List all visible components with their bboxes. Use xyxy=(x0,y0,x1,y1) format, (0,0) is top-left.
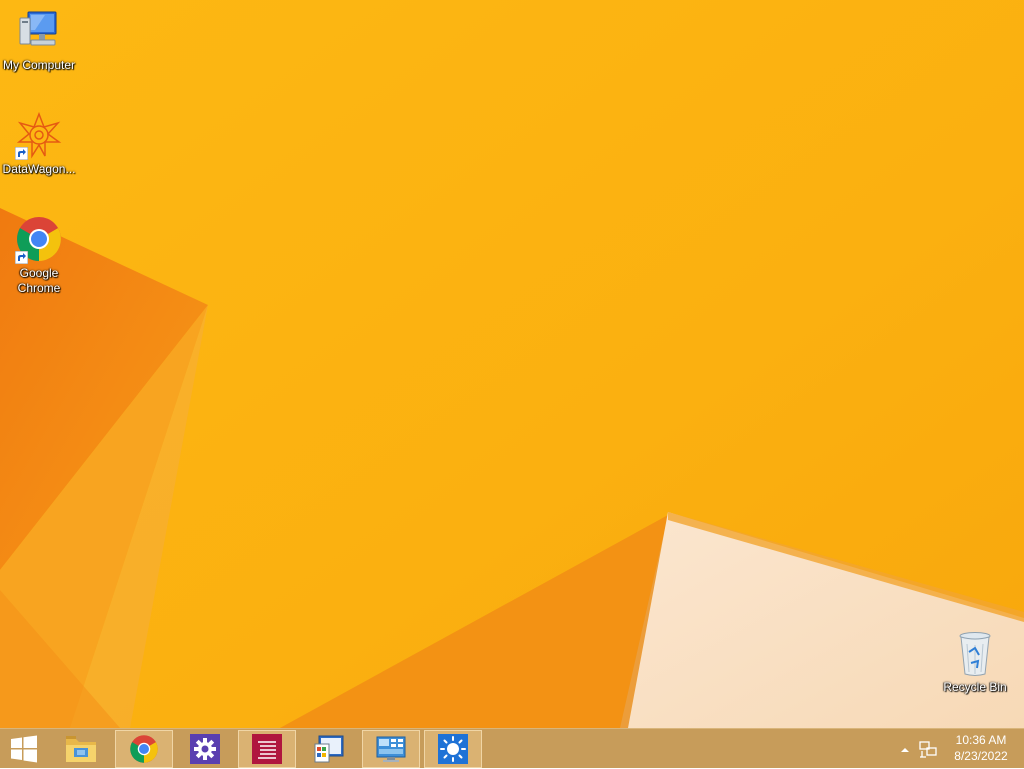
taskbar-chrome[interactable] xyxy=(115,730,173,768)
show-hidden-icons-chevron-icon[interactable] xyxy=(898,743,912,757)
file-explorer-icon xyxy=(66,736,96,762)
desktop-icon-google-chrome[interactable]: Google Chrome xyxy=(0,216,78,296)
chrome-icon xyxy=(15,216,63,264)
desktop-icon-datawagon[interactable]: DataWagon... xyxy=(0,111,78,177)
system-tray xyxy=(898,729,938,769)
desktop-icon-recycle-bin[interactable]: Recycle Bin xyxy=(936,630,1014,695)
windows-start-icon xyxy=(11,735,37,763)
wallpaper xyxy=(0,0,1024,728)
clock-date: 8/23/2022 xyxy=(954,749,1008,763)
taskbar-brightness[interactable] xyxy=(424,730,482,768)
desktop-icon-label: My Computer xyxy=(2,58,76,72)
taskbar-settings[interactable] xyxy=(176,730,234,768)
taskbar-control-panel[interactable] xyxy=(300,730,358,768)
datawagon-icon xyxy=(15,111,63,160)
desktop-icon-label: Recycle Bin xyxy=(943,680,1007,694)
settings-gear-icon xyxy=(190,734,220,764)
taskbar-clock[interactable]: 10:36 AM 8/23/2022 xyxy=(946,732,1016,764)
desktop-icon-my-computer[interactable]: My Computer xyxy=(0,8,78,73)
taskbar: 10:36 AM 8/23/2022 xyxy=(0,728,1024,768)
display-settings-icon xyxy=(376,736,406,762)
chrome-icon xyxy=(130,735,158,763)
desktop-icon-label: DataWagon... xyxy=(2,162,76,176)
document-list-icon xyxy=(252,734,282,764)
taskbar-file-explorer[interactable] xyxy=(52,730,110,768)
shortcut-arrow-icon xyxy=(15,147,28,160)
shortcut-arrow-icon xyxy=(15,251,28,264)
clock-time: 10:36 AM xyxy=(955,733,1007,747)
my-computer-icon xyxy=(15,8,63,56)
desktop: My Computer DataWagon... Google Chrome R… xyxy=(0,0,1024,728)
taskbar-display-settings[interactable] xyxy=(362,730,420,768)
network-icon[interactable] xyxy=(918,739,938,759)
recycle-bin-icon xyxy=(951,630,999,678)
desktop-icon-label: Google Chrome xyxy=(17,266,61,295)
start-button[interactable] xyxy=(0,730,48,768)
taskbar-document-list[interactable] xyxy=(238,730,296,768)
brightness-icon xyxy=(438,734,468,764)
control-panel-icon xyxy=(314,735,344,763)
